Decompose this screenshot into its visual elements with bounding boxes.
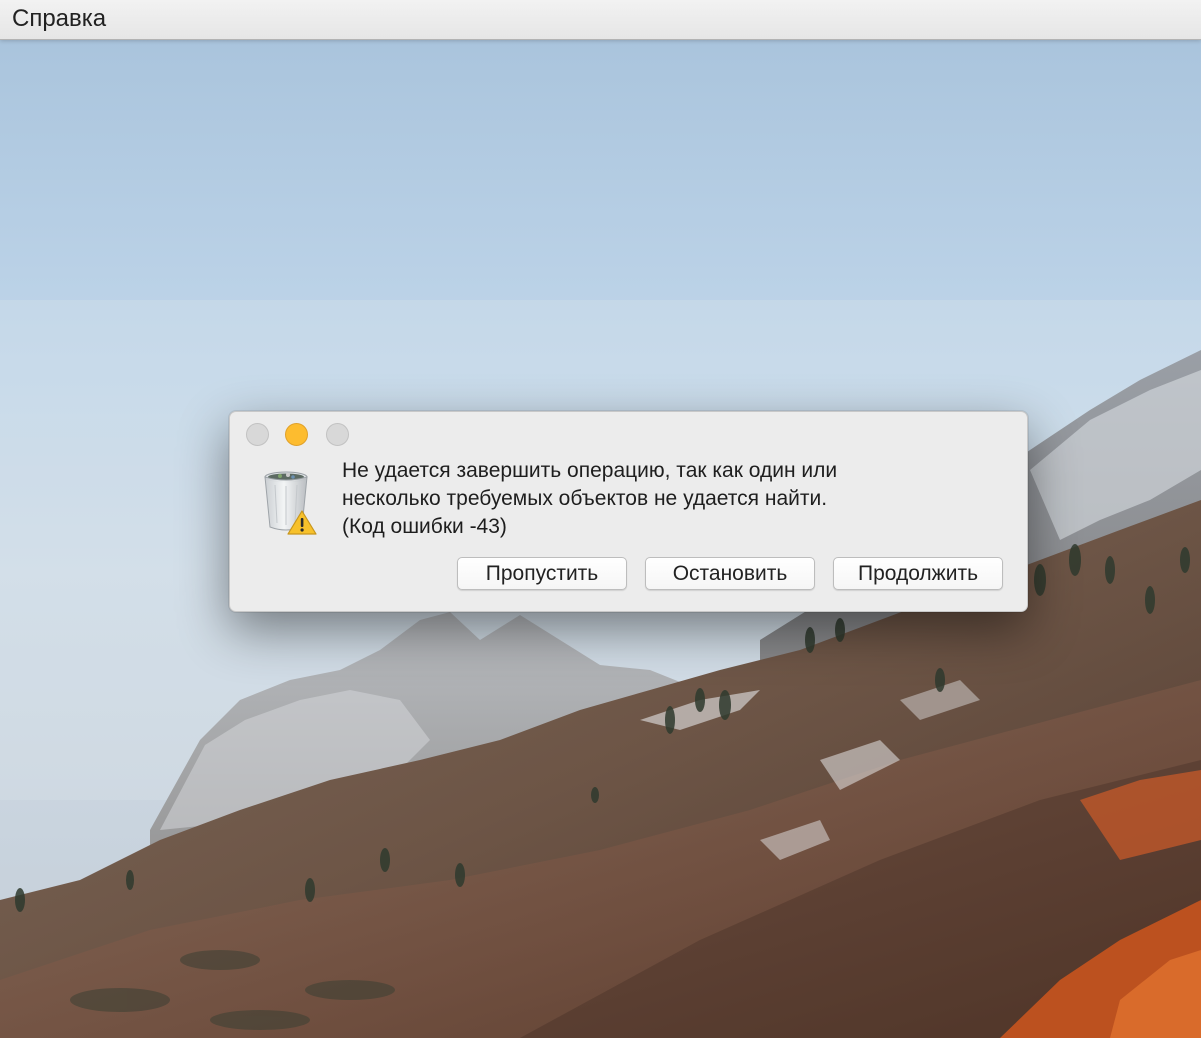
continue-button[interactable]: Продолжить (833, 557, 1003, 590)
error-message-line: несколько требуемых объектов не удается … (342, 487, 828, 510)
zoom-window-button[interactable] (326, 423, 349, 446)
trash-warning-icon (264, 471, 317, 535)
error-message: Не удается завершить операцию, так как о… (342, 457, 1002, 541)
skip-button[interactable]: Пропустить (457, 557, 627, 590)
error-message-line: Не удается завершить операцию, так как о… (342, 459, 838, 482)
minimize-window-button[interactable] (285, 423, 308, 446)
desktop: Справка Не удается завершить операцию, т… (0, 0, 1201, 1038)
close-window-button[interactable] (246, 423, 269, 446)
error-code: (Код ошибки -43) (342, 515, 507, 538)
menu-help[interactable]: Справка (12, 4, 106, 34)
menu-bar: Справка (0, 0, 1201, 40)
stop-button[interactable]: Остановить (645, 557, 815, 590)
error-dialog: Не удается завершить операцию, так как о… (229, 411, 1028, 612)
